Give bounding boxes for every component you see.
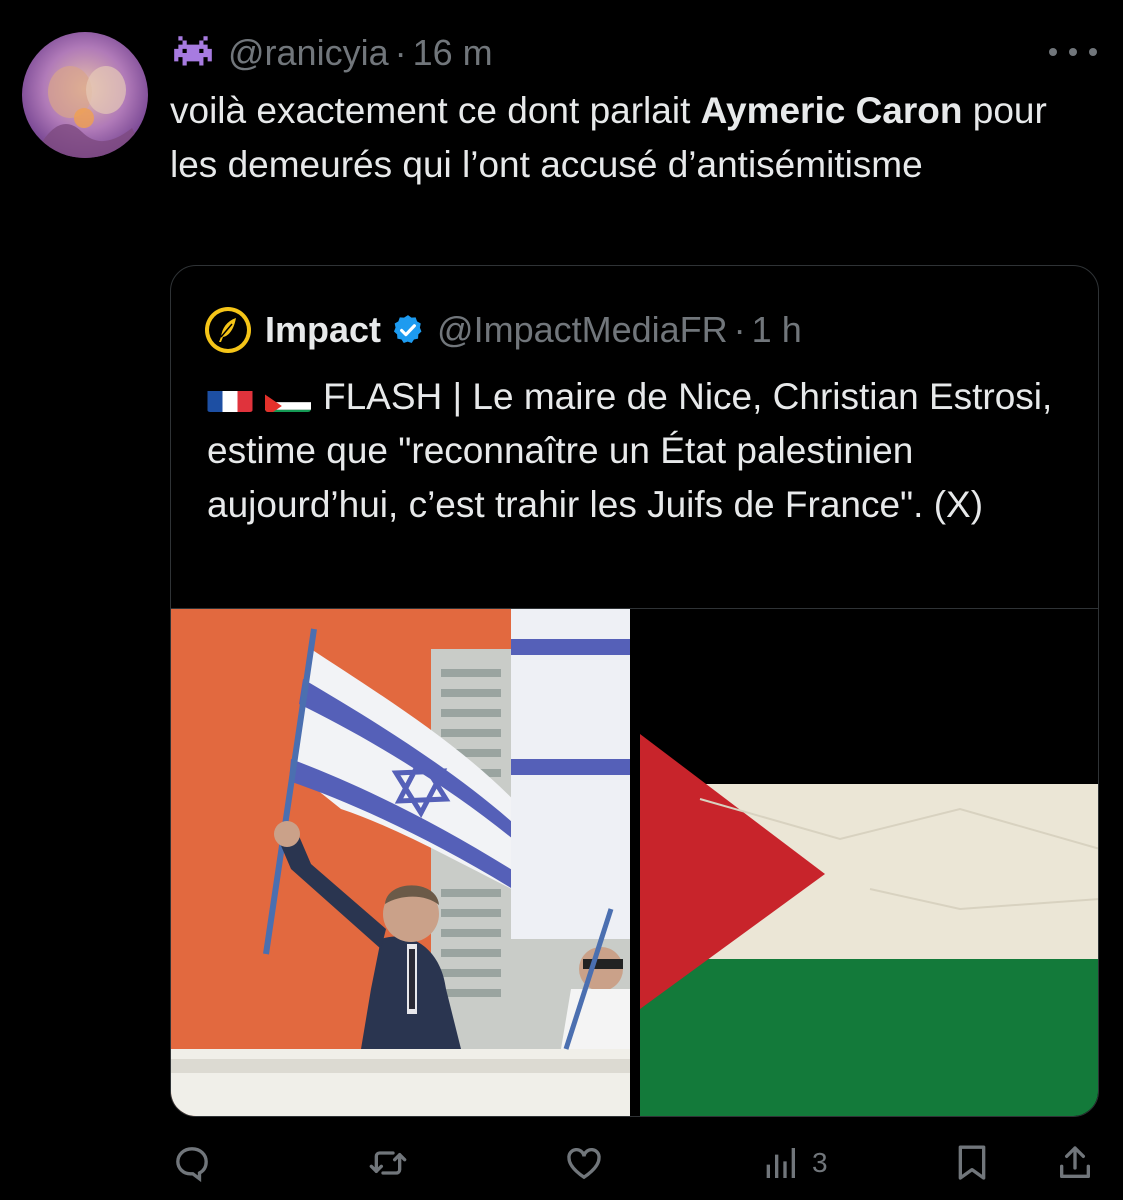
quoted-tweet-body: FLASH | Le maire de Nice, Christian Estr… [207, 376, 1053, 525]
verified-badge-icon [394, 315, 422, 344]
quoted-author-handle[interactable]: @ImpactMediaFR [437, 309, 728, 351]
bookmark-button[interactable] [952, 1138, 992, 1188]
tweet-header: @ranicyia · 16 m [170, 28, 493, 78]
heart-icon [567, 1147, 601, 1180]
quoted-author-name[interactable]: Impact [265, 309, 381, 351]
action-bar: 3 [0, 1138, 1123, 1188]
tweet-text-part1: voilà exactement ce dont parlait [170, 90, 701, 131]
quoted-tweet-text: FLASH | Le maire de Nice, Christian Estr… [207, 370, 1077, 532]
tweet-text: voilà exactement ce dont parlait Aymeric… [170, 84, 1100, 192]
france-flag-icon [207, 382, 253, 412]
share-icon [1060, 1146, 1090, 1178]
reply-icon [176, 1147, 208, 1183]
user-avatar[interactable] [22, 32, 148, 158]
tweet-time[interactable]: 16 m [413, 32, 493, 74]
photo-israeli-flag[interactable] [171, 609, 630, 1116]
share-button[interactable] [1055, 1138, 1095, 1188]
separator-dot: · [394, 32, 407, 73]
space-invader-icon [170, 36, 216, 70]
feather-icon [219, 318, 236, 342]
retweet-icon [369, 1151, 407, 1175]
views-button[interactable]: 3 [760, 1138, 828, 1188]
retweet-button[interactable] [368, 1138, 408, 1188]
reply-button[interactable] [172, 1138, 212, 1188]
author-handle[interactable]: @ranicyia [228, 32, 389, 74]
quoted-tweet-header: Impact @ImpactMediaFR · 1 h [205, 306, 802, 354]
more-options-icon[interactable] [1049, 40, 1097, 64]
media-gallery[interactable] [171, 608, 1098, 1116]
quoted-tweet[interactable]: Impact @ImpactMediaFR · 1 h FLASH | Le m… [170, 265, 1099, 1117]
photo-palestinian-flag[interactable] [640, 609, 1098, 1116]
palestine-flag-icon [265, 382, 311, 412]
impact-logo-avatar[interactable] [205, 307, 251, 353]
like-button[interactable] [564, 1138, 604, 1188]
quoted-tweet-time[interactable]: 1 h [752, 309, 802, 351]
views-icon [766, 1148, 795, 1178]
mentioned-name: Aymeric Caron [700, 90, 963, 131]
bookmark-icon [958, 1145, 986, 1180]
separator-dot: · [733, 309, 746, 350]
views-count: 3 [812, 1147, 828, 1178]
